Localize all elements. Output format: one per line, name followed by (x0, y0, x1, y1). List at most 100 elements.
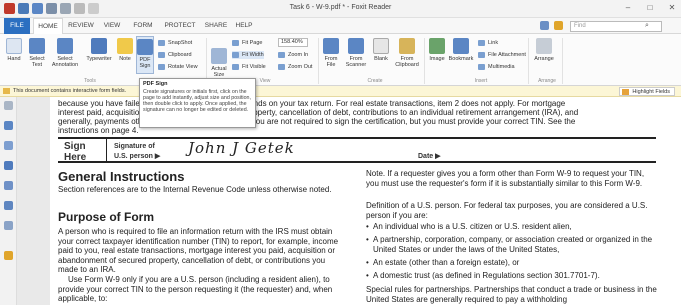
window-controls: – □ ✕ (623, 3, 677, 13)
fit-width-button[interactable]: Fit Width (232, 51, 264, 59)
tab-file[interactable]: FILE (4, 18, 30, 34)
bullet: • (366, 222, 369, 231)
hand-tool-button[interactable]: Hand (4, 38, 24, 62)
search-icon[interactable]: ⌕ (645, 22, 649, 30)
pages-panel-icon[interactable] (4, 141, 13, 150)
user-icon[interactable] (540, 21, 549, 30)
signature-section: Sign Here Signature of U.S. person ▶ Joh… (58, 137, 656, 163)
tooltip-body: Create signatures or initials first, cli… (143, 89, 251, 113)
bookmark-button[interactable]: Bookmark (448, 38, 474, 62)
blank-label: Blank (374, 56, 388, 62)
window-title: Task 6 - W-9.pdf * - Foxit Reader (289, 4, 392, 11)
select-text-button[interactable]: Select Text (26, 38, 48, 68)
navigation-pane (0, 97, 17, 305)
note-label: Note (119, 56, 131, 62)
list-item: • A partnership, corporation, company, or… (366, 235, 658, 254)
from-scanner-label: From Scanner (345, 56, 367, 68)
group-insert-label: Insert (474, 78, 488, 84)
definition-text: Definition of a U.S. person. For federal… (366, 201, 648, 220)
select-annotation-button[interactable]: Select Annotation (50, 38, 80, 68)
list-item-text: A domestic trust (as defined in Regulati… (373, 271, 600, 280)
rotate-view-button[interactable]: Rotate View (158, 63, 198, 71)
tab-share[interactable]: SHARE (202, 18, 230, 34)
comments-panel-icon[interactable] (4, 181, 13, 190)
note-button[interactable]: Note (116, 38, 134, 62)
image-label: Image (429, 56, 445, 62)
signature-image[interactable]: John J Getek (188, 139, 295, 157)
collapse-icon[interactable] (4, 101, 13, 110)
pdf-sign-button[interactable]: PDF Sign (136, 36, 154, 74)
arrange-button[interactable]: Arrange (532, 38, 556, 62)
multimedia-button[interactable]: Multimedia (478, 63, 515, 71)
tab-help[interactable]: HELP (233, 18, 255, 34)
attachments-panel-icon[interactable] (4, 201, 13, 210)
pdf-sign-icon (137, 39, 153, 55)
from-clipboard-button[interactable]: From Clipboard (394, 38, 420, 68)
title-bar: Task 6 - W-9.pdf * - Foxit Reader – □ ✕ (0, 0, 681, 18)
purpose-heading: Purpose of Form (58, 210, 155, 224)
highlight-fields-button[interactable]: Highlight Fields (619, 87, 675, 96)
language-icon[interactable] (554, 21, 563, 30)
sign-divider (106, 139, 107, 161)
close-button[interactable]: ✕ (667, 3, 677, 13)
pdf-sign-label: PDF Sign (139, 57, 151, 69)
typewriter-label: Typewriter (86, 56, 112, 62)
bookmarks-panel-icon[interactable] (4, 121, 13, 130)
tab-form[interactable]: FORM (130, 18, 156, 34)
zoom-in-button[interactable]: Zoom In (278, 51, 308, 59)
date-label: Date ▶ (418, 153, 441, 160)
zoom-out-button[interactable]: Zoom Out (278, 63, 312, 71)
minimize-button[interactable]: – (623, 3, 633, 13)
from-scanner-button[interactable]: From Scanner (344, 38, 368, 68)
note-icon (117, 38, 133, 54)
snapshot-button[interactable]: SnapShot (158, 39, 192, 47)
scanner-icon (348, 38, 364, 54)
purpose-text-2: Use Form W-9 only if you are a U.S. pers… (58, 275, 333, 303)
list-item: • An estate (other than a foreign estate)… (366, 258, 658, 268)
security-panel-icon[interactable] (4, 251, 13, 260)
bullet: • (366, 271, 369, 280)
sign-here-label: Sign Here (64, 141, 87, 163)
zoom-select[interactable]: 158.40% (278, 38, 308, 47)
link-button[interactable]: Link (478, 39, 498, 47)
hand-icon (6, 38, 22, 54)
document-view[interactable]: because you have failed to report all in… (17, 97, 681, 305)
select-text-icon (29, 38, 45, 54)
typewriter-button[interactable]: Typewriter (84, 38, 114, 62)
actual-size-icon (211, 48, 227, 64)
arrange-label: Arrange (534, 56, 554, 62)
actual-size-button[interactable]: Actual Size (210, 48, 228, 78)
file-attachment-button[interactable]: File Attachment (478, 51, 526, 59)
tab-review[interactable]: REVIEW (66, 18, 96, 34)
clipboard-button[interactable]: Clipboard (158, 51, 192, 59)
tab-home[interactable]: HOME (33, 18, 63, 35)
info-icon (3, 88, 10, 94)
general-instructions-text: Section references are to the Internal R… (58, 185, 332, 194)
actual-size-label: Actual Size (211, 66, 227, 78)
from-file-button[interactable]: From File (322, 38, 340, 68)
tab-view[interactable]: VIEW (100, 18, 124, 34)
form-fields-infobar: This document contains interactive form … (0, 86, 681, 97)
ribbon-divider (528, 38, 529, 84)
fit-page-button[interactable]: Fit Page (232, 39, 262, 47)
blank-page-icon (373, 38, 389, 54)
group-create-label: Create (367, 78, 383, 84)
signature-panel-icon[interactable] (4, 221, 13, 230)
fit-visible-button[interactable]: Fit Visible (232, 63, 266, 71)
list-item-text: An estate (other than a foreign estate),… (373, 258, 520, 267)
maximize-button[interactable]: □ (645, 3, 655, 13)
image-button[interactable]: Image (428, 38, 446, 62)
bookmark-label: Bookmark (448, 56, 474, 62)
layers-panel-icon[interactable] (4, 161, 13, 170)
from-file-label: From File (324, 56, 338, 68)
pdf-page: because you have failed to report all in… (50, 97, 681, 305)
list-item: • A domestic trust (as defined in Regulat… (366, 271, 658, 281)
typewriter-icon (91, 38, 107, 54)
ribbon-divider (424, 38, 425, 84)
hand-label: Hand (7, 56, 21, 62)
infobar-message: This document contains interactive form … (13, 88, 127, 94)
pdf-sign-tooltip: PDF Sign Create signatures or initials f… (139, 78, 256, 128)
select-annotation-icon (57, 38, 73, 54)
tab-protect[interactable]: PROTECT (162, 18, 198, 34)
blank-button[interactable]: Blank (372, 38, 390, 62)
